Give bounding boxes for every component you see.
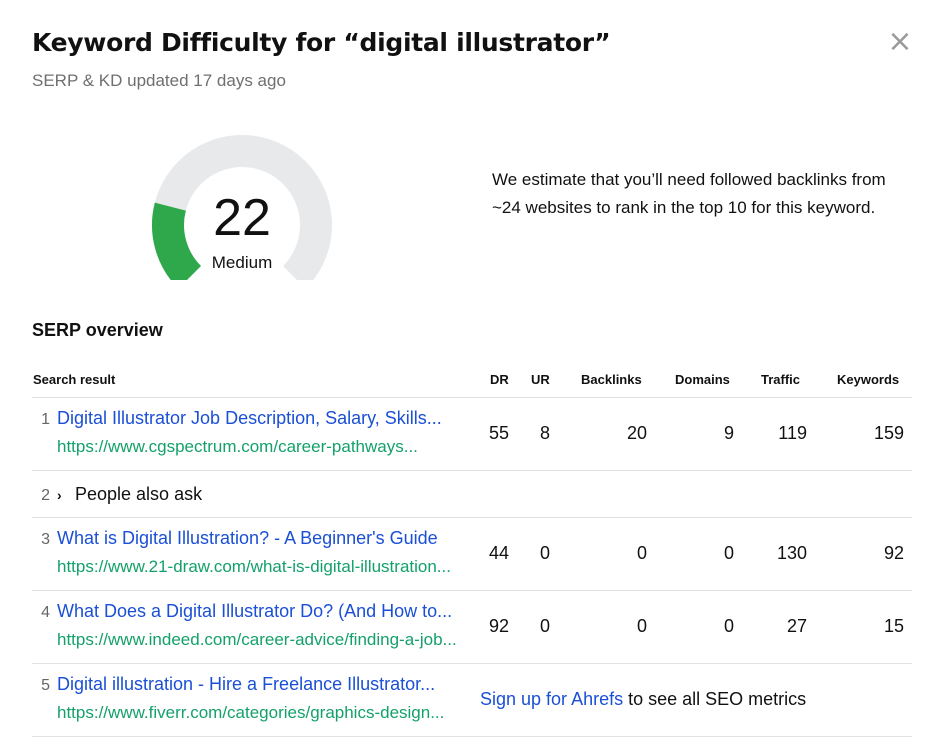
result-title-link[interactable]: Digital illustration - Hire a Freelance … [57,674,467,695]
row-rank: 2 [41,487,50,504]
cell-keywords: 15 [883,616,904,636]
row-rank: 4 [41,604,50,621]
difficulty-label: Medium [211,253,273,272]
cell-domains: 0 [723,616,734,636]
cell-ur: 8 [539,423,550,443]
table-row: 2 › People also ask [32,471,912,518]
cell-backlinks: 0 [636,616,647,636]
table-row: 3 What is Digital Illustration? - A Begi… [32,518,912,591]
result-url-link[interactable]: https://www.21-draw.com/what-is-digital-… [57,557,467,577]
cell-backlinks: 20 [626,423,647,443]
row-rank: 5 [41,677,50,694]
cell-dr: 92 [488,616,509,636]
modal-title: Keyword Difficulty for “digital illustra… [32,28,611,57]
cell-keywords: 92 [883,543,904,563]
signup-prompt-text: to see all SEO metrics [623,689,807,709]
cell-traffic: 27 [786,616,807,636]
backlink-estimate: We estimate that you’ll need followed ba… [492,170,886,217]
cell-traffic: 130 [776,543,807,563]
result-title-link[interactable]: What Does a Digital Illustrator Do? (And… [57,601,467,622]
updated-subtitle: SERP & KD updated 17 days ago [32,71,286,90]
table-row: 4 What Does a Digital Illustrator Do? (A… [32,591,912,664]
cell-backlinks: 0 [636,543,647,563]
close-icon[interactable]: × [886,27,914,57]
column-ur: UR [531,372,550,387]
signup-prompt: Sign up for Ahrefs to see all SEO metric… [480,689,806,710]
result-url-link[interactable]: https://www.fiverr.com/categories/graphi… [57,703,467,723]
cell-ur: 0 [539,543,550,563]
row-rank: 3 [41,531,50,548]
column-keywords: Keywords [837,372,900,387]
chevron-right-icon: › [57,487,62,503]
result-title-link[interactable]: What is Digital Illustration? - A Beginn… [57,528,467,549]
difficulty-gauge: 22 Medium [146,130,338,280]
cell-domains: 0 [723,543,734,563]
keyword-difficulty-modal: Keyword Difficulty for “digital illustra… [0,0,937,750]
cell-domains: 9 [723,423,734,443]
table-header: Search result DR UR Backlinks Domains Tr… [32,364,912,398]
table-row: 1 Digital Illustrator Job Description, S… [32,398,912,471]
people-also-ask-toggle[interactable]: › People also ask [57,484,202,505]
difficulty-score: 22 [213,189,271,247]
result-url-link[interactable]: https://www.indeed.com/career-advice/fin… [57,630,467,650]
people-also-ask-label: People also ask [75,484,203,504]
column-backlinks: Backlinks [581,372,642,387]
cell-dr: 44 [488,543,509,563]
signup-link[interactable]: Sign up for Ahrefs [480,689,623,709]
result-url-link[interactable]: https://www.cgspectrum.com/career-pathwa… [57,437,467,457]
cell-dr: 55 [488,423,509,443]
row-rank: 1 [41,411,50,428]
column-dr: DR [490,372,509,387]
column-search-result: Search result [33,372,116,387]
result-title-link[interactable]: Digital Illustrator Job Description, Sal… [57,408,467,429]
cell-ur: 0 [539,616,550,636]
column-domains: Domains [675,372,730,387]
table-row: 5 Digital illustration - Hire a Freelanc… [32,664,912,737]
serp-table: Search result DR UR Backlinks Domains Tr… [32,364,912,737]
serp-overview-title: SERP overview [32,320,163,340]
cell-keywords: 159 [873,423,904,443]
column-traffic: Traffic [761,372,801,387]
cell-traffic: 119 [778,423,807,443]
